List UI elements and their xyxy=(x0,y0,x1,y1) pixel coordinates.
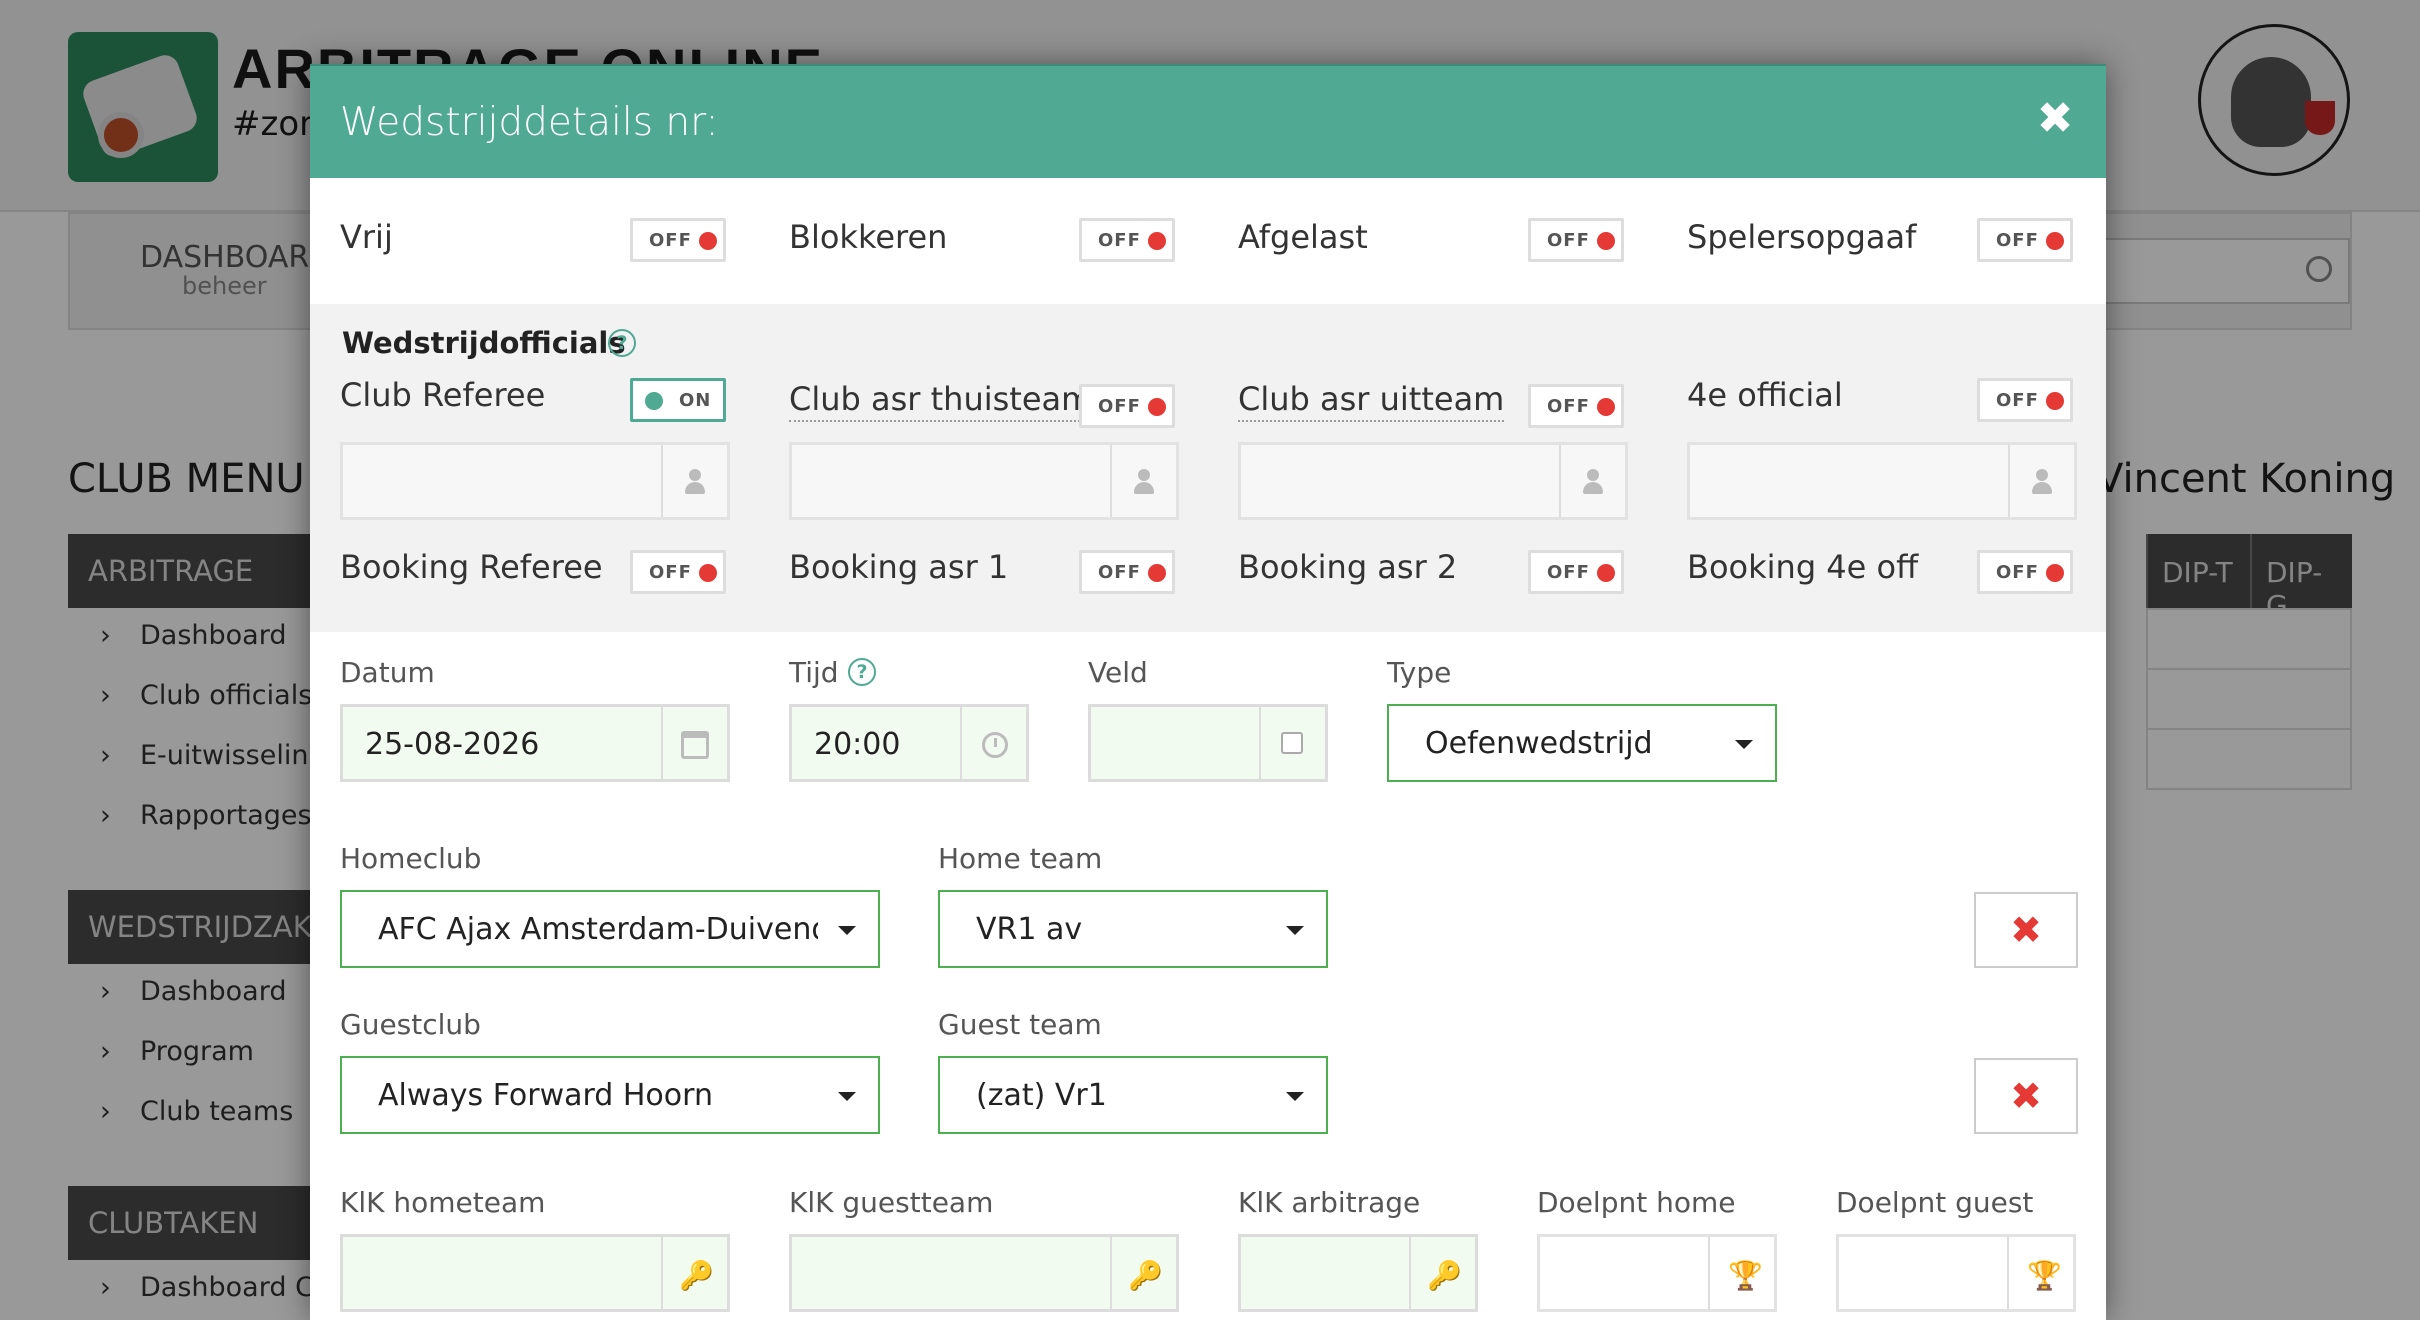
booking-asr-2-toggle[interactable]: OFF xyxy=(1528,550,1624,594)
datum-input[interactable]: 25-08-2026 xyxy=(340,704,730,782)
trophy-icon: 🏆 xyxy=(1728,1259,1763,1292)
klk-guestteam-label: KlK guestteam xyxy=(789,1186,994,1219)
modal-title: Wedstrijddetails nr: xyxy=(340,100,719,145)
blokkeren-label: Blokkeren xyxy=(789,218,948,256)
calendar-icon[interactable] xyxy=(681,731,709,759)
person-icon xyxy=(1583,469,1603,495)
guestclub-select[interactable]: Always Forward Hoorn xyxy=(340,1056,880,1134)
klk-hometeam-label: KlK hometeam xyxy=(340,1186,546,1219)
klk-guestteam-input[interactable]: 🔑 xyxy=(789,1234,1179,1312)
klk-arbitrage-label: KlK arbitrage xyxy=(1238,1186,1421,1219)
person-icon xyxy=(685,469,705,495)
trophy-icon: 🏆 xyxy=(2027,1259,2062,1292)
4e-official-toggle[interactable]: OFF xyxy=(1977,378,2073,422)
datum-label: Datum xyxy=(340,656,435,689)
clear-guest-button[interactable]: ✖ xyxy=(1974,1058,2078,1134)
veld-label: Veld xyxy=(1088,656,1148,689)
club-asr-thuisteam-input[interactable] xyxy=(789,442,1179,520)
spelersopgaaf-toggle[interactable]: OFF xyxy=(1977,218,2073,262)
person-icon xyxy=(1134,469,1154,495)
spelersopgaaf-label: Spelersopgaaf xyxy=(1687,218,1917,256)
close-icon[interactable]: ✖ xyxy=(2032,96,2078,142)
tijd-input[interactable]: 20:00 xyxy=(789,704,1029,782)
afgelast-toggle[interactable]: OFF xyxy=(1528,218,1624,262)
club-referee-input[interactable] xyxy=(340,442,730,520)
guestteam-label: Guest team xyxy=(938,1008,1102,1041)
tijd-label: Tijd xyxy=(789,656,839,689)
blokkeren-toggle[interactable]: OFF xyxy=(1079,218,1175,262)
doelpnt-home-input[interactable]: 🏆 xyxy=(1537,1234,1777,1312)
clock-icon[interactable] xyxy=(982,732,1008,758)
club-referee-toggle[interactable]: ON xyxy=(630,378,726,422)
checkbox-icon[interactable] xyxy=(1281,732,1303,754)
club-asr-uitteam-toggle[interactable]: OFF xyxy=(1528,384,1624,428)
caret-down-icon xyxy=(1286,1092,1304,1101)
guestclub-label: Guestclub xyxy=(340,1008,481,1041)
caret-down-icon xyxy=(838,926,856,935)
officials-title: Wedstrijdofficials xyxy=(342,326,626,360)
vrij-toggle[interactable]: OFF xyxy=(630,218,726,262)
hometeam-label: Home team xyxy=(938,842,1103,875)
klk-hometeam-input[interactable]: 🔑 xyxy=(340,1234,730,1312)
booking-referee-label: Booking Referee xyxy=(340,548,603,586)
booking-asr-2-label: Booking asr 2 xyxy=(1238,548,1458,586)
afgelast-label: Afgelast xyxy=(1238,218,1368,256)
help-icon[interactable]: ? xyxy=(848,658,876,686)
caret-down-icon xyxy=(1286,926,1304,935)
club-asr-uitteam-input[interactable] xyxy=(1238,442,1628,520)
caret-down-icon xyxy=(838,1092,856,1101)
key-icon: 🔑 xyxy=(679,1259,714,1292)
type-label: Type xyxy=(1387,656,1452,689)
club-asr-thuisteam-label: Club asr thuisteam xyxy=(789,380,1093,422)
doelpnt-home-label: Doelpnt home xyxy=(1537,1186,1736,1219)
homeclub-label: Homeclub xyxy=(340,842,482,875)
veld-input[interactable] xyxy=(1088,704,1328,782)
4e-official-input[interactable] xyxy=(1687,442,2077,520)
guestteam-select[interactable]: (zat) Vr1 xyxy=(938,1056,1328,1134)
homeclub-select[interactable]: AFC Ajax Amsterdam-Duivendrec xyxy=(340,890,880,968)
type-select[interactable]: Oefenwedstrijd xyxy=(1387,704,1777,782)
klk-arbitrage-input[interactable]: 🔑 xyxy=(1238,1234,1478,1312)
match-details-modal: Wedstrijddetails nr: ✖ Vrij OFF Blokkere… xyxy=(310,64,2106,1320)
vrij-label: Vrij xyxy=(340,218,393,256)
booking-asr-1-toggle[interactable]: OFF xyxy=(1079,550,1175,594)
clear-home-button[interactable]: ✖ xyxy=(1974,892,2078,968)
booking-asr-1-label: Booking asr 1 xyxy=(789,548,1009,586)
key-icon: 🔑 xyxy=(1427,1259,1462,1292)
club-asr-uitteam-label: Club asr uitteam xyxy=(1238,380,1505,422)
booking-4e-off-toggle[interactable]: OFF xyxy=(1977,550,2073,594)
modal-header: Wedstrijddetails nr: ✖ xyxy=(310,64,2106,178)
4e-official-label: 4e official xyxy=(1687,376,1843,414)
club-referee-label: Club Referee xyxy=(340,376,546,414)
help-icon[interactable]: ? xyxy=(608,329,636,357)
hometeam-select[interactable]: VR1 av xyxy=(938,890,1328,968)
person-icon xyxy=(2032,469,2052,495)
caret-down-icon xyxy=(1735,740,1753,749)
club-asr-thuisteam-toggle[interactable]: OFF xyxy=(1079,384,1175,428)
booking-4e-off-label: Booking 4e off xyxy=(1687,548,1919,586)
doelpnt-guest-input[interactable]: 🏆 xyxy=(1836,1234,2076,1312)
booking-referee-toggle[interactable]: OFF xyxy=(630,550,726,594)
doelpnt-guest-label: Doelpnt guest xyxy=(1836,1186,2034,1219)
key-icon: 🔑 xyxy=(1128,1259,1163,1292)
